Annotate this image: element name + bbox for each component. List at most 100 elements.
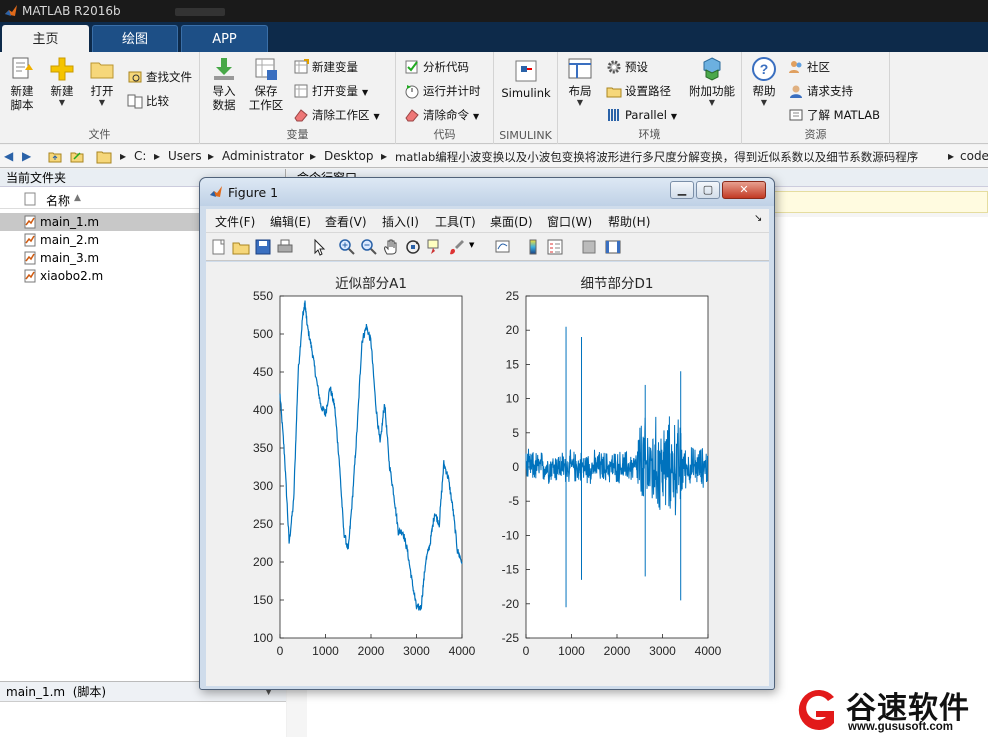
menu-window[interactable]: 窗口(W) <box>547 213 592 230</box>
learn-matlab-button[interactable]: 了解 MATLAB <box>788 106 880 124</box>
figure-window: Figure 1 ▁ ▢ ✕ 文件(F) 编辑(E) 查看(V) 插入(I) 工… <box>199 177 775 690</box>
import-data-button[interactable]: 导入 数据 <box>206 56 242 112</box>
help-button[interactable]: ? 帮助 ▼ <box>746 56 782 108</box>
show-plot-tools-icon[interactable] <box>604 238 622 256</box>
up-folder-icon[interactable] <box>48 149 62 163</box>
new-figure-icon[interactable] <box>210 238 228 256</box>
hide-plot-tools-icon[interactable] <box>580 238 598 256</box>
minimize-button[interactable]: ▁ <box>670 181 694 199</box>
tab-apps[interactable]: APP <box>181 25 268 52</box>
y-tick-label: 300 <box>253 479 273 493</box>
legend-icon[interactable] <box>546 238 564 256</box>
layout-button[interactable]: 布局 ▼ <box>562 56 598 108</box>
simulink-button[interactable]: Simulink <box>498 58 554 100</box>
chevron-down-icon: ▼ <box>760 98 768 107</box>
chevron-down-icon[interactable]: ▼ <box>469 241 474 249</box>
open-variable-icon <box>294 84 308 98</box>
menu-edit[interactable]: 编辑(E) <box>270 213 311 230</box>
parallel-button[interactable]: Parallel ▼ <box>606 106 677 124</box>
colorbar-icon[interactable] <box>524 238 542 256</box>
run-and-time-button[interactable]: 运行并计时 <box>404 82 481 100</box>
print-icon[interactable] <box>276 238 294 256</box>
file-item[interactable]: main_3.m <box>0 249 200 267</box>
request-support-button[interactable]: 请求支持 <box>788 82 853 100</box>
clear-commands-button[interactable]: 清除命令 ▼ <box>404 106 479 124</box>
menu-insert[interactable]: 插入(I) <box>382 213 419 230</box>
group-label-resources: 资源 <box>804 128 827 141</box>
ribbon-group-code: 分析代码 运行并计时 清除命令 ▼ 代码 <box>396 52 494 144</box>
breadcrumb-segment[interactable]: matlab编程小波变换以及小波包变换将波形进行多尺度分解变换，得到近似系数以及… <box>395 149 918 165</box>
compare-icon <box>127 94 143 109</box>
help-icon: ? <box>752 57 776 81</box>
close-button[interactable]: ✕ <box>722 181 766 199</box>
address-bar[interactable]: ◀ ▶ ▸ C: ▸ Users ▸ Administrator ▸ Deskt… <box>0 145 988 168</box>
analyze-code-button[interactable]: 分析代码 <box>404 58 469 76</box>
new-script-button[interactable]: 新建 脚本 <box>4 56 40 112</box>
breadcrumb-segment[interactable]: C: <box>134 149 146 163</box>
figure-title-bar[interactable]: Figure 1 ▁ ▢ ✕ <box>200 178 774 206</box>
menu-tools[interactable]: 工具(T) <box>435 213 476 230</box>
save-icon[interactable] <box>254 238 272 256</box>
compare-button[interactable]: 比较 <box>127 92 169 110</box>
zoom-in-icon[interactable] <box>338 238 356 256</box>
column-name-label: 名称 <box>46 194 71 208</box>
open-variable-button[interactable]: 打开变量 ▼ <box>293 82 368 100</box>
browse-folder-icon[interactable] <box>70 149 84 163</box>
pan-hand-icon[interactable] <box>382 238 400 256</box>
maximize-button[interactable]: ▢ <box>696 181 720 199</box>
data-cursor-icon[interactable] <box>426 238 444 256</box>
chevron-down-icon: ▼ <box>362 88 369 97</box>
new-variable-icon <box>294 59 309 74</box>
file-item[interactable]: xiaobo2.m <box>0 267 200 285</box>
brush-icon[interactable] <box>448 238 466 256</box>
dock-arrow-icon[interactable]: ↘ <box>754 213 762 224</box>
chevron-down-icon: ▼ <box>98 98 106 107</box>
breadcrumb-segment[interactable]: Administrator <box>222 149 304 163</box>
learn-matlab-label: 了解 MATLAB <box>807 108 881 122</box>
back-arrow-icon[interactable]: ◀ <box>4 149 13 163</box>
link-plot-icon[interactable] <box>494 238 512 256</box>
figure-toolbar: ▼ <box>206 233 769 261</box>
ribbon-group-resources: ? 帮助 ▼ 社区 请求支持 了解 MATLAB 资源 <box>742 52 890 144</box>
breadcrumb-segment[interactable]: Desktop <box>324 149 374 163</box>
menu-help[interactable]: 帮助(H) <box>608 213 650 230</box>
forward-arrow-icon[interactable]: ▶ <box>22 149 31 163</box>
svg-text:?: ? <box>760 61 769 77</box>
figure-canvas[interactable]: 近似部分A1 0 1000 2000 3000 4000 100 150 200 250 300 35… <box>206 262 769 686</box>
group-label-file: 文件 <box>88 128 111 141</box>
chevron-down-icon: ▼ <box>708 98 716 107</box>
open-button[interactable]: 打开 ▼ <box>84 56 120 108</box>
x-tick-label: 0 <box>523 644 530 658</box>
y-tick-label: 0 <box>512 460 519 474</box>
ribbon-group-variable: 导入 数据 保存 工作区 新建变量 打开变量 ▼ 清除工作区 ▼ 变量 <box>200 52 396 144</box>
file-item[interactable]: main_1.m <box>0 213 200 231</box>
menu-view[interactable]: 查看(V) <box>325 213 367 230</box>
tab-home[interactable]: 主页 <box>2 25 89 52</box>
save-workspace-button[interactable]: 保存 工作区 <box>246 56 286 112</box>
preferences-label: 预设 <box>625 60 648 74</box>
add-ons-label: 附加功能 <box>689 84 735 98</box>
menu-desktop[interactable]: 桌面(D) <box>490 213 533 230</box>
set-path-button[interactable]: 设置路径 <box>606 82 671 100</box>
layout-label: 布局 <box>568 84 592 98</box>
find-files-label: 查找文件 <box>146 70 192 84</box>
breadcrumb-segment[interactable]: Users <box>168 149 202 163</box>
new-button[interactable]: 新建 ▼ <box>44 56 80 108</box>
new-variable-button[interactable]: 新建变量 <box>293 58 358 76</box>
preferences-button[interactable]: 预设 <box>606 58 648 76</box>
menu-file[interactable]: 文件(F) <box>215 213 255 230</box>
pointer-icon[interactable] <box>310 238 328 256</box>
find-files-button[interactable]: 查找文件 <box>127 68 192 86</box>
community-button[interactable]: 社区 <box>788 58 830 76</box>
m-file-icon <box>24 269 36 283</box>
add-ons-button[interactable]: 附加功能 ▼ <box>686 56 738 108</box>
file-item[interactable]: main_2.m <box>0 231 200 249</box>
breadcrumb-segment[interactable]: code <box>960 149 988 163</box>
zoom-out-icon[interactable] <box>360 238 378 256</box>
clear-workspace-button[interactable]: 清除工作区 ▼ <box>293 106 380 124</box>
tab-plots[interactable]: 绘图 <box>92 25 178 52</box>
set-path-icon <box>606 87 622 98</box>
y-tick-label: 200 <box>253 555 273 569</box>
open-file-icon[interactable] <box>232 238 250 256</box>
rotate-3d-icon[interactable] <box>404 238 422 256</box>
